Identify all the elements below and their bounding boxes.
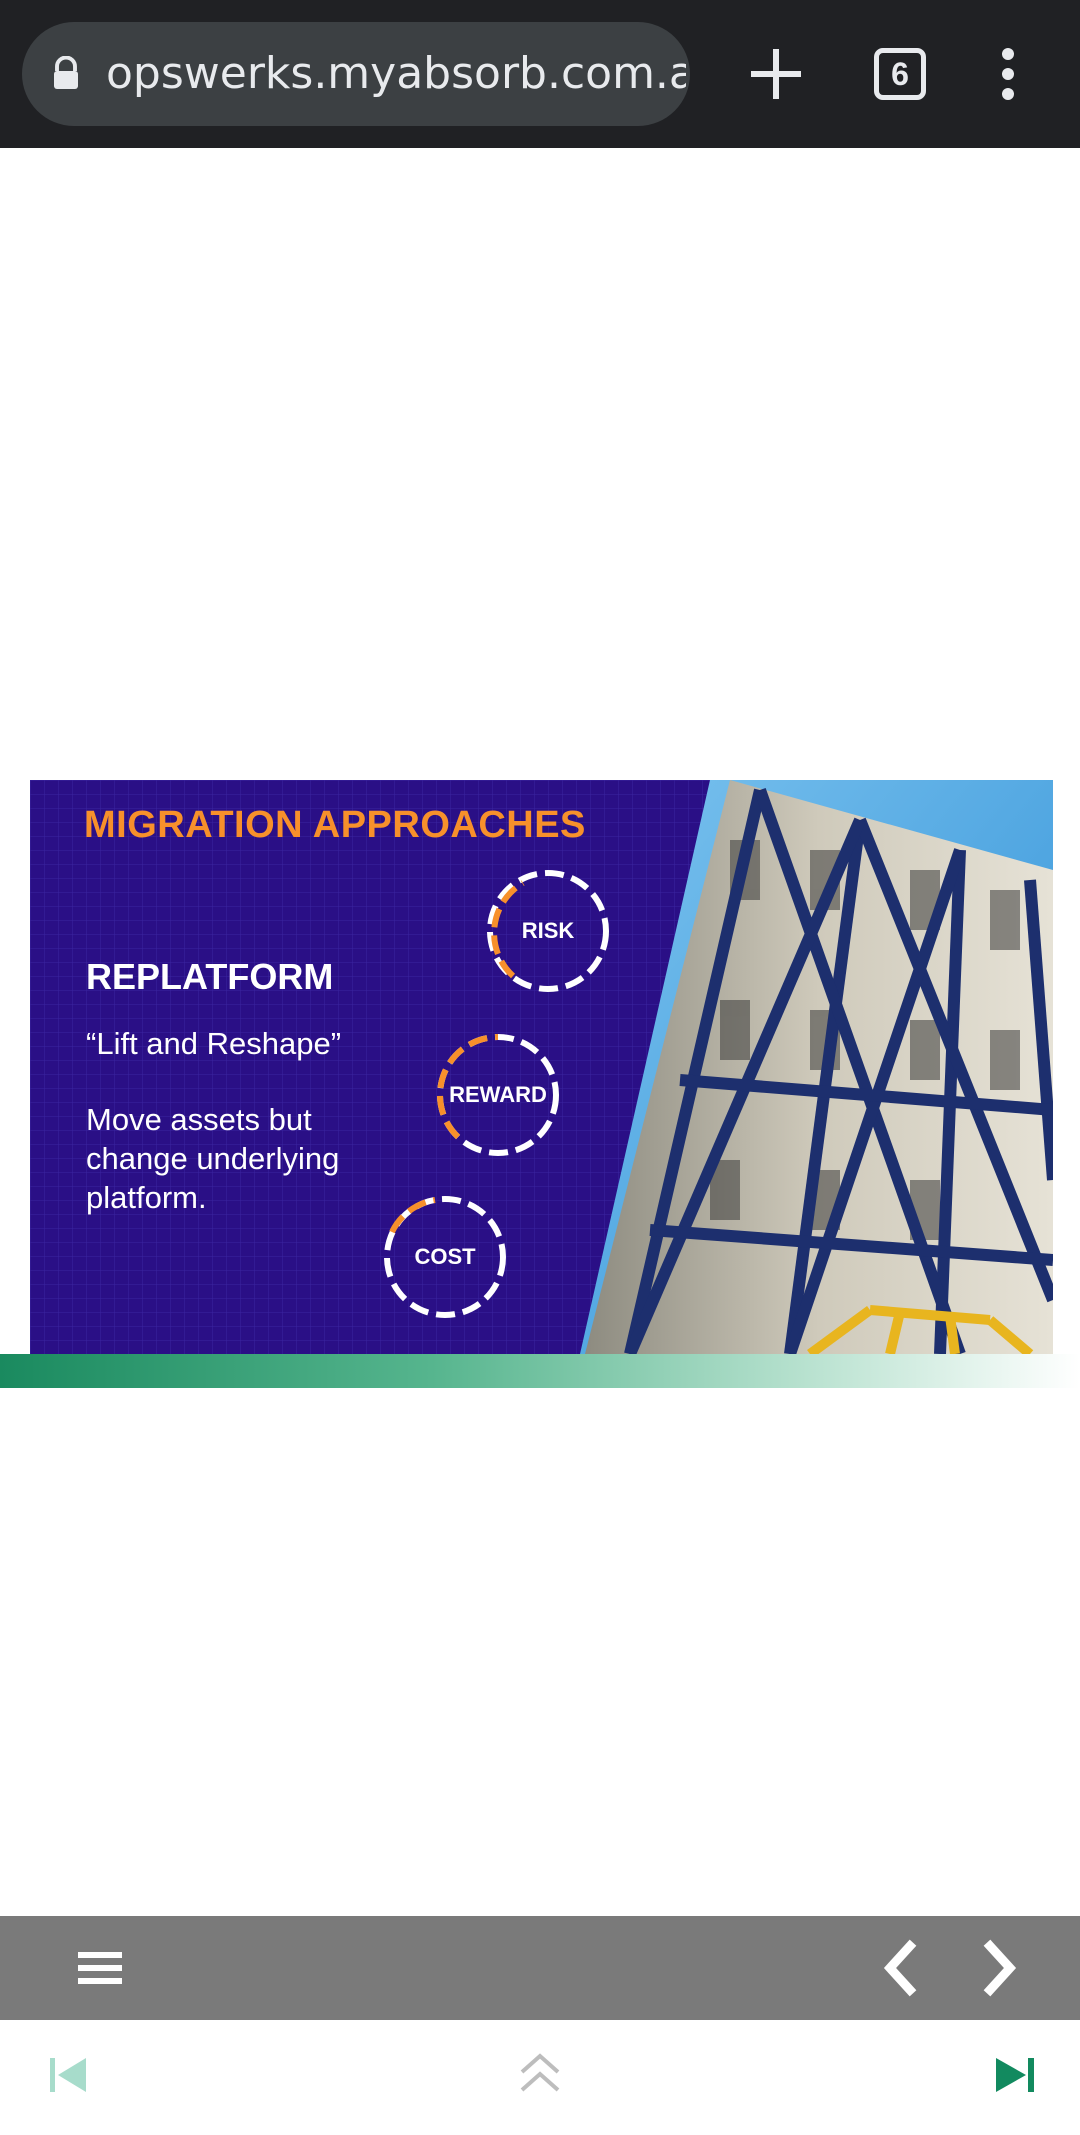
last-slide-button[interactable] <box>964 2020 1064 2131</box>
new-tab-button[interactable] <box>724 22 828 126</box>
reward-gauge: REWARD <box>433 1030 563 1160</box>
more-vert-icon <box>1002 48 1014 100</box>
hamburger-icon <box>78 1952 122 1984</box>
progress-strip <box>0 1354 1080 1388</box>
player-toolbar <box>0 1916 1080 2020</box>
plus-icon <box>751 49 801 99</box>
cost-gauge: COST <box>380 1192 510 1322</box>
double-chevron-up-icon <box>520 2053 560 2092</box>
gauge-label: REWARD <box>449 1082 547 1107</box>
gauge-label: RISK <box>521 918 575 943</box>
chevron-right-icon <box>983 1939 1017 1997</box>
next-button[interactable] <box>950 1916 1050 2020</box>
slide-image: MIGRATION APPROACHES REPLATFORM “Lift an… <box>30 780 1053 1354</box>
approach-tagline: “Lift and Reshape” <box>86 1026 342 1061</box>
risk-gauge: RISK <box>483 866 613 996</box>
first-slide-button[interactable] <box>18 2020 118 2131</box>
gauge-label: COST <box>414 1244 476 1269</box>
tab-switcher-icon: 6 <box>874 48 926 100</box>
approach-description: Move assets but change underlying platfo… <box>86 1102 340 1215</box>
address-bar[interactable]: opswerks.myabsorb.com.au <box>22 22 690 126</box>
slide-title: MIGRATION APPROACHES <box>84 804 586 846</box>
overflow-menu-button[interactable] <box>956 22 1060 126</box>
menu-button[interactable] <box>50 1916 150 2020</box>
tab-switcher-button[interactable]: 6 <box>848 22 952 126</box>
browser-toolbar: opswerks.myabsorb.com.au 6 <box>0 0 1080 148</box>
skip-previous-icon <box>50 2058 86 2092</box>
approach-heading: REPLATFORM <box>86 956 334 997</box>
previous-button[interactable] <box>850 1916 950 2020</box>
lock-icon <box>54 56 78 89</box>
chevron-left-icon <box>883 1939 917 1997</box>
skip-next-icon <box>996 2058 1034 2092</box>
url-text: opswerks.myabsorb.com.au <box>106 48 686 99</box>
bottom-navigation <box>0 2020 1080 2131</box>
collapse-up-button[interactable] <box>490 2020 590 2131</box>
